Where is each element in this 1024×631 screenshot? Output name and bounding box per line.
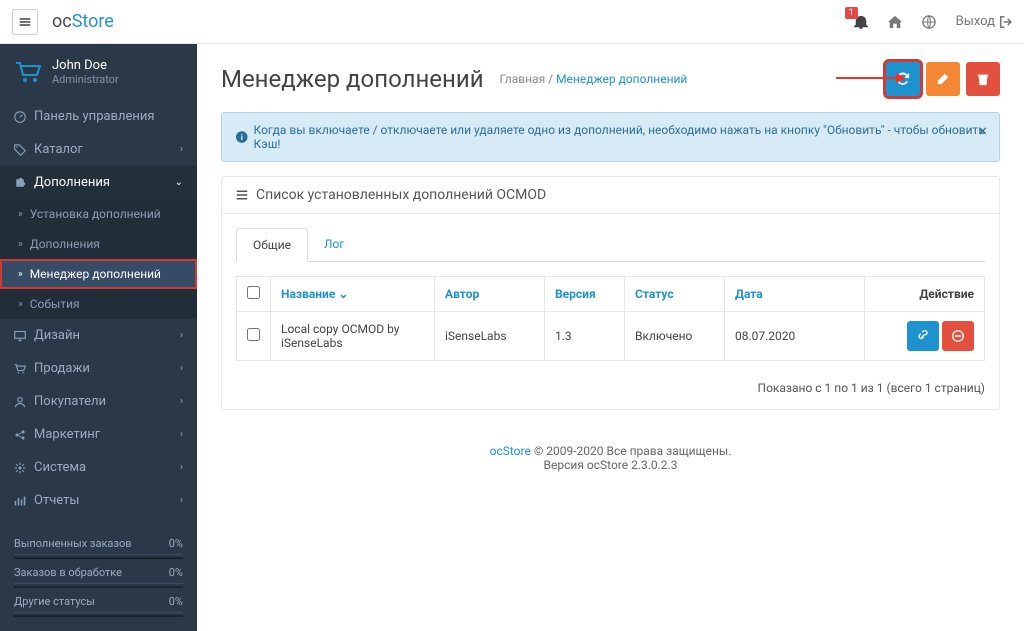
footer: ocStore © 2009-2020 Все права защищены. … (197, 430, 1024, 486)
modifications-panel: Список установленных дополнений OCMOD Об… (221, 176, 1000, 410)
cell-version: 1.3 (545, 312, 625, 361)
col-status[interactable]: Статус (635, 287, 674, 301)
stat-processing: Заказов в обработке0% (14, 559, 183, 584)
table-row: Local copy OCMOD by iSenseLabs iSenseLab… (237, 312, 985, 361)
pagination-info: Показано с 1 по 1 из 1 (всего 1 страниц) (222, 375, 999, 409)
menu-dashboard[interactable]: Панель управления (0, 100, 197, 133)
submenu-extensions[interactable]: »Дополнения (0, 229, 197, 259)
cell-name: Local copy OCMOD by iSenseLabs (271, 312, 435, 361)
hamburger-icon (19, 16, 31, 28)
globe-icon (922, 15, 936, 29)
menu-toggle-button[interactable] (12, 9, 38, 35)
info-alert: Когда вы включаете / отключаете или удал… (221, 112, 1000, 162)
submenu-extensions: »Установка дополнений »Дополнения »Менед… (0, 199, 197, 319)
cart-icon (14, 61, 42, 83)
header-actions: 1 Выход (854, 14, 1012, 29)
puzzle-icon (14, 177, 26, 189)
minus-icon (952, 330, 964, 342)
tab-log[interactable]: Лог (308, 228, 360, 261)
notifications-button[interactable]: 1 (854, 15, 868, 29)
clear-button[interactable] (926, 62, 960, 96)
table-header-row: Название ⌄ Автор Версия Статус Дата Дейс… (237, 277, 985, 312)
menu-marketing[interactable]: Маркетинг› (0, 418, 197, 451)
stats-block: Выполненных заказов0% Заказов в обработк… (0, 520, 197, 631)
sort-icon: ⌄ (338, 287, 348, 301)
top-header: ocStore 1 Выход (0, 0, 1024, 44)
eraser-icon (936, 72, 950, 86)
info-icon (236, 131, 248, 143)
trash-icon (976, 72, 990, 86)
menu-sales[interactable]: Продажи› (0, 352, 197, 385)
col-name[interactable]: Название ⌄ (281, 287, 348, 301)
user-role: Administrator (52, 73, 119, 86)
cell-date: 08.07.2020 (725, 312, 865, 361)
dashboard-icon (14, 111, 26, 123)
footer-version: Версия ocStore 2.3.0.2.3 (544, 458, 678, 472)
tag-icon (14, 144, 26, 156)
sidebar: John Doe Administrator Панель управления… (0, 44, 197, 631)
page-title: Менеджер дополнений (221, 65, 484, 93)
tab-general[interactable]: Общие (236, 228, 308, 262)
table-wrap: Название ⌄ Автор Версия Статус Дата Дейс… (222, 262, 999, 375)
gear-icon (14, 462, 26, 474)
submenu-modifications[interactable]: »Менеджер дополнений (0, 259, 197, 289)
exit-icon (1000, 16, 1012, 28)
logout-label: Выход (956, 14, 995, 29)
notification-badge: 1 (845, 7, 858, 19)
footer-brand-link[interactable]: ocStore (490, 444, 531, 458)
menu-system[interactable]: Система› (0, 451, 197, 484)
stat-other: Другие статусы0% (14, 588, 183, 613)
col-date[interactable]: Дата (735, 287, 763, 301)
menu-design[interactable]: Дизайн› (0, 319, 197, 352)
link-icon (917, 330, 929, 342)
logout-button[interactable]: Выход (956, 14, 1012, 29)
tabs: Общие Лог (236, 228, 985, 262)
breadcrumb: Главная / Менеджер дополнений (500, 72, 688, 86)
modifications-table: Название ⌄ Автор Версия Статус Дата Дейс… (236, 276, 985, 361)
user-icon (14, 396, 26, 408)
menu-reports[interactable]: Отчеты› (0, 484, 197, 517)
list-icon (236, 189, 248, 201)
select-all-checkbox[interactable] (247, 286, 260, 299)
stat-completed: Выполненных заказов0% (14, 530, 183, 555)
cart-icon (14, 363, 26, 375)
col-version[interactable]: Версия (555, 287, 596, 301)
main-menu: Панель управления Каталог› Дополнения⌄ (0, 100, 197, 199)
alert-text: Когда вы включаете / отключаете или удал… (254, 123, 985, 151)
content: Менеджер дополнений Главная / Менеджер д… (197, 44, 1024, 631)
col-author[interactable]: Автор (445, 287, 479, 301)
alert-close-button[interactable]: × (978, 121, 987, 140)
arrow-annotation (836, 72, 906, 84)
home-icon (888, 15, 902, 29)
logo-part1: oc (52, 11, 72, 32)
menu-extensions[interactable]: Дополнения⌄ (0, 166, 197, 199)
logo[interactable]: ocStore (52, 11, 114, 32)
user-name: John Doe (52, 58, 119, 73)
row-checkbox[interactable] (247, 328, 260, 341)
row-disable-button[interactable] (942, 321, 974, 351)
delete-button[interactable] (966, 62, 1000, 96)
menu-catalog[interactable]: Каталог› (0, 133, 197, 166)
cell-status: Включено (625, 312, 725, 361)
submenu-installer[interactable]: »Установка дополнений (0, 199, 197, 229)
menu-customers[interactable]: Покупатели› (0, 385, 197, 418)
logo-part2: Store (72, 11, 114, 32)
page-head: Менеджер дополнений Главная / Менеджер д… (197, 44, 1024, 112)
desktop-icon (14, 330, 26, 342)
row-link-button[interactable] (907, 321, 939, 351)
submenu-events[interactable]: »События (0, 289, 197, 319)
breadcrumb-link[interactable]: Менеджер дополнений (556, 72, 687, 86)
share-icon (14, 429, 26, 441)
chart-icon (14, 495, 26, 507)
user-box: John Doe Administrator (0, 44, 197, 100)
main-menu-2: Дизайн› Продажи› Покупатели› Маркетинг› … (0, 319, 197, 517)
cell-author: iSenseLabs (435, 312, 545, 361)
panel-heading: Список установленных дополнений OCMOD (222, 177, 999, 214)
globe-button[interactable] (922, 15, 936, 29)
col-action: Действие (865, 277, 985, 312)
home-button[interactable] (888, 15, 902, 29)
